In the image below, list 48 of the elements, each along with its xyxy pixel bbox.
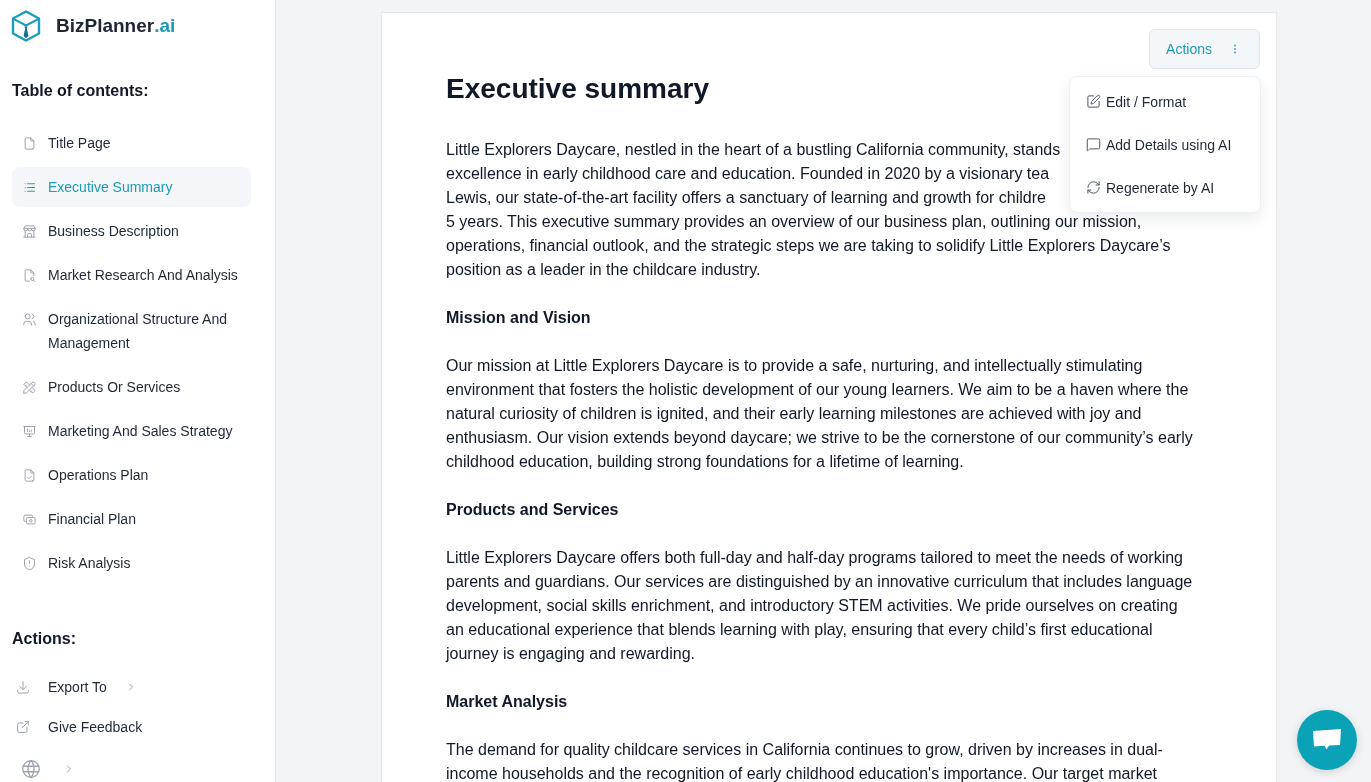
feedback-link[interactable]: Give Feedback (12, 707, 147, 747)
presentation-chart-icon (22, 423, 37, 439)
speech-bubble-icon (1086, 137, 1101, 152)
export-menu-item[interactable]: Export To (12, 667, 141, 707)
cube-logo-icon (11, 10, 41, 42)
toc-item[interactable]: Market Research And Analysis (12, 255, 251, 295)
tools-icon (22, 379, 37, 395)
banknote-icon (22, 511, 37, 527)
chat-bubble-icon (1312, 728, 1342, 752)
brand-name: BizPlanner.ai (56, 15, 176, 37)
toc-heading: Table of contents: (12, 81, 149, 101)
paragraph: Little Explorers Daycare offers both full-day and half-day programs tailored to meet the needs of working parents and guardians. Our services are distinguished by an innovative curriculum that includes language development, social skills enrichment, and introductory STEM activities. We pride ourselves on creating an educational experience that blends learning with play, ensuring that every child’s first educational journey is engaging and rewarding. (446, 548, 1193, 664)
external-link-icon (15, 719, 31, 735)
section-heading: Products and Services (446, 500, 619, 520)
paragraph-line: Lewis, our state-of-the-art facility offers a sanctuary of learning and growth for childre (446, 189, 1046, 207)
paragraph: Our mission at Little Explorers Daycare is to provide a safe, nurturing, and intellectually stimulating environment that fosters the holistic development of our young learners. We aim to be a haven where the natural curiosity of children is ignited, and their early learning milestones are achieved with joy and enthusiasm. Our vision extends beyond daycare; we strive to be the cornerstone of our community’s early childhood education, building strong foundations for a lifetime of learning. (446, 356, 1193, 472)
paragraph-line: Little Explorers Daycare, nestled in the heart of a bustling California community, stands (446, 141, 1061, 159)
toc-item[interactable]: Operations Plan (12, 455, 251, 495)
storefront-icon (22, 223, 37, 239)
paragraph-line: operations, financial outlook, and the strategic steps we are taking to solidify Little Explorers Daycare’s (446, 237, 1171, 255)
toc-item[interactable]: Title Page (12, 123, 251, 163)
toc-item[interactable]: Products Or Services (12, 367, 251, 407)
document-title: Executive summary (446, 72, 710, 106)
menu-item[interactable]: Edit / Format (1070, 80, 1260, 123)
file-check-icon (22, 467, 37, 483)
paragraph-line: excellence in early childhood care and education. Founded in 2020 by a visionary tea (446, 165, 1050, 183)
toc-item[interactable]: Organizational Structure And Management (12, 299, 251, 363)
file-search-icon (22, 267, 37, 283)
section-heading: Mission and Vision (446, 308, 591, 328)
refresh-icon (1086, 180, 1101, 195)
toc-item[interactable]: Financial Plan (12, 499, 251, 539)
paragraph: The demand for quality childcare services in California continues to grow, driven by increases in dual- income households and the recognition of early childhood education's importance. Our target market (446, 740, 1163, 782)
section-heading: Market Analysis (446, 692, 568, 712)
menu-item[interactable]: Add Details using AI (1070, 123, 1260, 166)
menu-item[interactable]: Regenerate by AI (1070, 166, 1260, 209)
chat-button[interactable] (1297, 710, 1357, 770)
paragraph-line: 5 years. This executive summary provides an overview of our business plan, outlining our mission, (446, 213, 1142, 231)
file-icon (22, 135, 37, 151)
shield-alert-icon (22, 555, 37, 571)
paragraph-line: position as a leader in the childcare industry. (446, 261, 761, 279)
globe-icon (20, 758, 42, 780)
edit-icon (1086, 94, 1101, 109)
toc-item[interactable]: Marketing And Sales Strategy (12, 411, 251, 451)
download-icon (15, 679, 31, 695)
toc-item[interactable]: Risk Analysis (12, 543, 251, 583)
actions-heading: Actions: (12, 629, 76, 649)
people-icon (22, 311, 37, 327)
toc-item[interactable]: Business Description (12, 211, 251, 251)
